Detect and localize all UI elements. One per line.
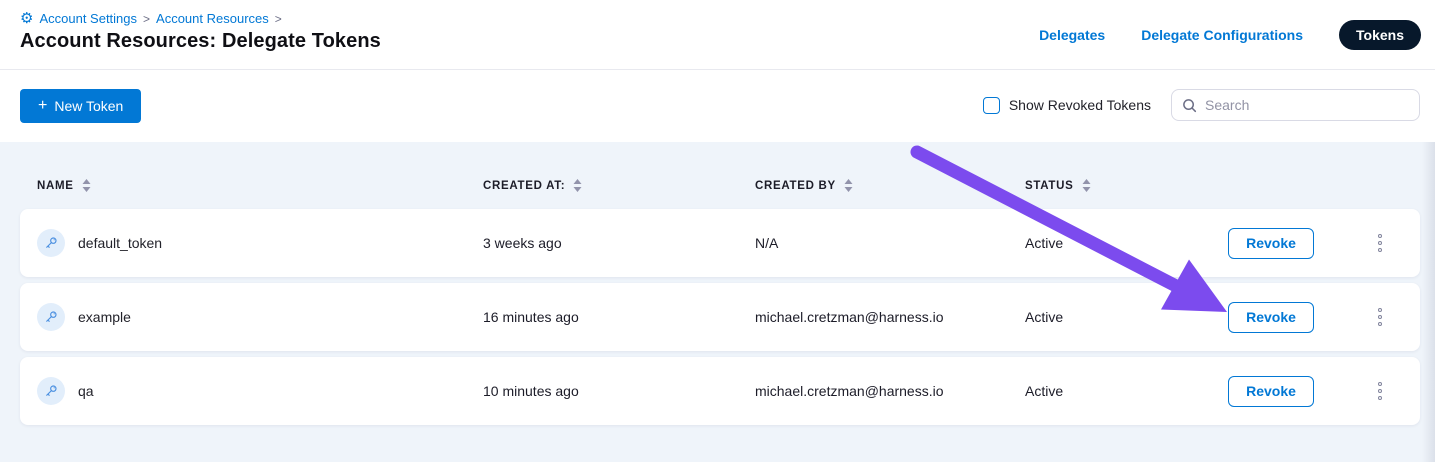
token-name: default_token [78, 235, 162, 251]
status-cell: Active [1025, 235, 1228, 251]
key-icon [37, 377, 65, 405]
table-row-qa[interactable]: qa 10 minutes ago michael.cretzman@harne… [20, 357, 1420, 425]
created-at-cell: 10 minutes ago [483, 383, 755, 399]
breadcrumb-link-account-settings[interactable]: Account Settings [39, 11, 137, 26]
column-header-label: CREATED BY [755, 180, 836, 192]
breadcrumb-link-account-resources[interactable]: Account Resources [156, 11, 269, 26]
checkbox-icon[interactable] [983, 97, 1000, 114]
kebab-menu-icon[interactable] [1372, 228, 1388, 258]
new-token-label: New Token [54, 98, 123, 114]
sort-arrows-icon[interactable] [1082, 179, 1091, 192]
toolbar-right: Show Revoked Tokens [983, 89, 1420, 121]
search-icon [1182, 98, 1197, 113]
plus-icon: + [38, 98, 47, 114]
status-cell: Active [1025, 309, 1228, 325]
sort-arrows-icon[interactable] [844, 179, 853, 192]
tab-delegate-configurations[interactable]: Delegate Configurations [1141, 27, 1303, 43]
table-row-default-token[interactable]: default_token 3 weeks ago N/A Active Rev… [20, 209, 1420, 277]
search-input[interactable] [1205, 97, 1409, 113]
sort-arrows-icon[interactable] [573, 179, 582, 192]
tab-tokens[interactable]: Tokens [1339, 20, 1421, 50]
created-by-cell: michael.cretzman@harness.io [755, 309, 1025, 325]
revoke-button[interactable]: Revoke [1228, 228, 1314, 259]
kebab-menu-icon[interactable] [1372, 376, 1388, 406]
revoke-button-row-example[interactable]: Revoke [1228, 302, 1314, 333]
tokens-table: NAME CREATED AT: CREATED BY STATUS [0, 142, 1435, 462]
new-token-button[interactable]: + New Token [20, 89, 141, 123]
created-at-cell: 3 weeks ago [483, 235, 755, 251]
created-by-cell: michael.cretzman@harness.io [755, 383, 1025, 399]
key-icon [37, 229, 65, 257]
column-header-label: STATUS [1025, 180, 1074, 192]
toolbar: + New Token Show Revoked Tokens [0, 70, 1435, 141]
tab-delegates[interactable]: Delegates [1039, 27, 1105, 43]
breadcrumb-separator: > [143, 12, 150, 26]
name-cell: default_token [37, 229, 483, 257]
column-header-status[interactable]: STATUS [1025, 179, 1228, 192]
column-header-created-at[interactable]: CREATED AT: [483, 179, 755, 192]
column-header-name[interactable]: NAME [37, 179, 483, 192]
table-row-example[interactable]: example 16 minutes ago michael.cretzman@… [20, 283, 1420, 351]
key-icon [37, 303, 65, 331]
column-header-label: NAME [37, 180, 74, 192]
token-name: example [78, 309, 131, 325]
search-box[interactable] [1171, 89, 1420, 121]
sort-arrows-icon[interactable] [82, 179, 91, 192]
column-header-label: CREATED AT: [483, 180, 565, 192]
name-cell: qa [37, 377, 483, 405]
status-cell: Active [1025, 383, 1228, 399]
kebab-menu-icon[interactable] [1372, 302, 1388, 332]
revoke-button[interactable]: Revoke [1228, 376, 1314, 407]
name-cell: example [37, 303, 483, 331]
show-revoked-tokens-label: Show Revoked Tokens [1009, 97, 1151, 113]
created-by-cell: N/A [755, 235, 1025, 251]
created-at-cell: 16 minutes ago [483, 309, 755, 325]
show-revoked-tokens-toggle[interactable]: Show Revoked Tokens [983, 97, 1151, 114]
page-header: ⚙ Account Settings > Account Resources >… [0, 0, 1435, 70]
table-header-row: NAME CREATED AT: CREATED BY STATUS [20, 179, 1420, 192]
tab-bar: Delegates Delegate Configurations Tokens [1039, 20, 1421, 50]
column-header-created-by[interactable]: CREATED BY [755, 179, 1025, 192]
gear-icon: ⚙ [20, 11, 33, 26]
token-name: qa [78, 383, 94, 399]
breadcrumb-separator: > [275, 12, 282, 26]
